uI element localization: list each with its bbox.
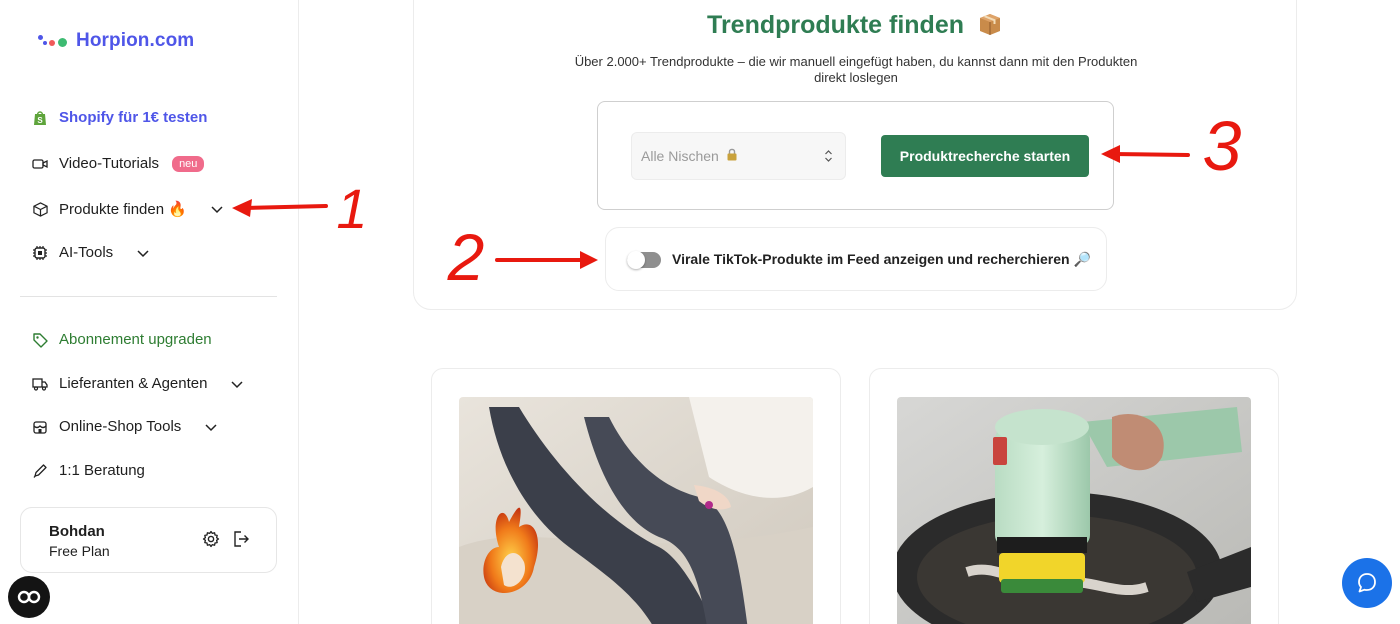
- tiktok-toggle-row: Virale TikTok-Produkte im Feed anzeigen …: [605, 227, 1107, 291]
- page-subtitle: Über 2.000+ Trendprodukte – die wir manu…: [574, 54, 1138, 85]
- chevron-down-icon[interactable]: [230, 377, 244, 391]
- sidebar-item-shopify[interactable]: S Shopify für 1€ testen: [32, 109, 207, 126]
- new-badge: neu: [172, 155, 205, 172]
- logo-dots-icon: [36, 34, 68, 48]
- page-title: Trendprodukte finden: [414, 11, 1296, 43]
- search-controls: Alle Nischen Produktrecherche starten: [597, 101, 1114, 210]
- eye-glasses-icon: [17, 590, 41, 604]
- page-title-text: Trendprodukte finden: [707, 11, 964, 39]
- chevron-down-icon[interactable]: [210, 202, 224, 216]
- sidebar-item-label: Online-Shop Tools: [59, 418, 182, 435]
- chat-support-button[interactable]: [1342, 558, 1392, 608]
- brand-logo[interactable]: Horpion.com: [36, 30, 194, 52]
- sidebar-item-lieferanten[interactable]: Lieferanten & Agenten: [32, 375, 244, 392]
- sidebar-item-label: Lieferanten & Agenten: [59, 375, 208, 392]
- shop-icon: [32, 419, 48, 435]
- video-camera-icon: [32, 156, 48, 172]
- select-updown-icon: [824, 149, 833, 166]
- tiktok-toggle[interactable]: [627, 251, 661, 269]
- settings-gear-icon[interactable]: [202, 530, 220, 553]
- sidebar-item-label: Video-Tutorials: [59, 155, 160, 172]
- app-window: Horpion.com S Shopify für 1€ testen Vide…: [0, 0, 1400, 624]
- shopify-bag-icon: S: [32, 110, 48, 126]
- package-icon: [32, 201, 48, 217]
- chat-bubble-icon: [1358, 573, 1376, 593]
- product-image-tights[interactable]: [459, 397, 813, 624]
- ai-chip-icon: [32, 245, 48, 261]
- product-image-cleaning-brush[interactable]: [897, 397, 1251, 624]
- lock-icon: [726, 148, 738, 164]
- user-card: Bohdan Free Plan: [20, 507, 277, 573]
- sidebar-item-label: 1:1 Beratung: [59, 462, 145, 479]
- trend-search-card: Trendprodukte finden Über 2.000+ Trendpr…: [413, 0, 1297, 310]
- start-research-button[interactable]: Produktrecherche starten: [881, 135, 1089, 177]
- truck-icon: [32, 376, 48, 392]
- sidebar-item-label: Shopify für 1€ testen: [59, 109, 208, 126]
- sidebar-divider: [20, 296, 277, 297]
- user-plan: Free Plan: [49, 543, 110, 559]
- svg-text:S: S: [37, 116, 43, 125]
- niche-select-value: Alle Nischen: [641, 148, 719, 164]
- sidebar-item-ai-tools[interactable]: AI-Tools: [32, 244, 150, 261]
- toggle-knob: [627, 251, 645, 269]
- logout-icon[interactable]: [232, 530, 250, 553]
- accessibility-button[interactable]: [8, 576, 50, 618]
- brand-name: Horpion.com: [76, 30, 195, 51]
- sidebar-item-label: Abonnement upgraden: [59, 331, 212, 348]
- user-name: Bohdan: [49, 523, 105, 540]
- chevron-down-icon[interactable]: [136, 246, 150, 260]
- sidebar-item-beratung[interactable]: 1:1 Beratung: [32, 462, 145, 479]
- chevron-down-icon[interactable]: [204, 420, 218, 434]
- package-box-icon: [977, 12, 1003, 43]
- product-card[interactable]: [431, 368, 841, 624]
- annotation-number-one: 1: [336, 177, 367, 240]
- sidebar-item-abonnement[interactable]: Abonnement upgraden: [32, 331, 212, 348]
- product-card[interactable]: [869, 368, 1279, 624]
- tag-icon: [32, 332, 48, 348]
- tiktok-toggle-label: Virale TikTok-Produkte im Feed anzeigen …: [672, 251, 1091, 267]
- sidebar-item-label: Produkte finden 🔥: [59, 201, 187, 218]
- sidebar-item-online-shop-tools[interactable]: Online-Shop Tools: [32, 418, 218, 435]
- sidebar-item-video-tutorials[interactable]: Video-Tutorials neu: [32, 155, 205, 172]
- pencil-icon: [32, 463, 48, 479]
- niche-select[interactable]: Alle Nischen: [631, 132, 846, 180]
- sidebar-item-produkte-finden[interactable]: Produkte finden 🔥: [32, 200, 224, 218]
- sidebar: Horpion.com S Shopify für 1€ testen Vide…: [0, 0, 299, 624]
- sidebar-item-label: AI-Tools: [59, 244, 114, 261]
